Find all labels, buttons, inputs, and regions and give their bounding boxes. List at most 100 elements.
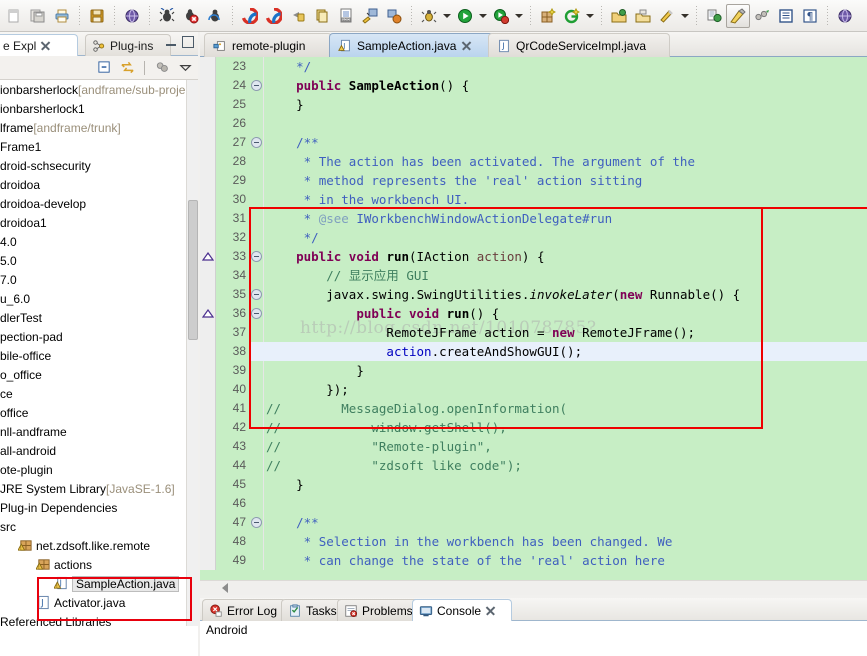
debug-icon[interactable] [417,4,441,28]
code-line[interactable]: /** [266,513,867,532]
block-selection-icon[interactable] [774,4,798,28]
code-line[interactable]: */ [266,228,867,247]
android-dropdown[interactable] [584,4,596,28]
globe2-icon[interactable] [833,4,857,28]
close-icon[interactable] [485,605,496,616]
external-tools-icon[interactable] [489,4,513,28]
code-line[interactable]: public void run() { [266,304,867,323]
ant-build-icon[interactable] [155,4,179,28]
tree-item-droidoa1[interactable]: droidoa1 [0,213,186,232]
new-android-project-icon[interactable] [536,4,560,28]
code-line[interactable]: * Selection in the workbench has been ch… [266,532,867,551]
code-line[interactable]: // window.getShell(), [266,418,867,437]
tree-item-jre-system-library[interactable]: JRE System Library [JavaSE-1.6] [0,479,186,498]
tree-item-office[interactable]: office [0,403,186,422]
maximize-button[interactable] [182,36,194,48]
editor-horizontal-scrollbar[interactable] [200,580,867,595]
scrollbar-thumb[interactable] [188,200,198,340]
code-line[interactable]: // MessageDialog.openInformation( [266,399,867,418]
collapse-all-button[interactable] [95,59,113,77]
debug-dropdown[interactable] [441,4,453,28]
tree-item-droidoa[interactable]: droidoa [0,175,186,194]
code-editor[interactable]: 23 24 25 26 27 28 29 30 31 32 33 34 35 36 37 38 39 40 41 42… [200,57,867,595]
code-line[interactable]: public void run(IAction action) { [266,247,867,266]
svn-copy-icon[interactable] [310,4,334,28]
tab-error-log[interactable]: Error Log [202,599,286,621]
tree-item-droid-schsecurity[interactable]: droid-schsecurity [0,156,186,175]
run-icon[interactable] [453,4,477,28]
collapse-icon[interactable] [251,517,262,529]
code-line[interactable] [266,114,867,133]
code-line[interactable]: */ [266,57,867,76]
code-line[interactable]: // "Remote-plugin", [266,437,867,456]
code-line[interactable]: // 显示应用 GUI [266,266,867,285]
code-line[interactable]: * method represents the 'real' action si… [266,171,867,190]
tree-item-src[interactable]: src [0,517,186,536]
run-dropdown[interactable] [477,4,489,28]
code-line[interactable]: RemoteJFrame action = new RemoteJFrame()… [266,323,867,342]
external-tools-dropdown[interactable] [513,4,525,28]
ant-refresh-icon[interactable] [203,4,227,28]
close-icon[interactable] [40,40,51,51]
tab-console[interactable]: Console [412,599,512,621]
code-line[interactable]: } [266,361,867,380]
link-with-editor-button[interactable] [118,59,136,77]
tree-item-all-android[interactable]: all-android [0,441,186,460]
collapse-icon[interactable] [251,137,262,149]
editor-annotation-ruler[interactable] [200,57,216,570]
tree-item-pection-pad[interactable]: pection-pad [0,327,186,346]
view-menu-button[interactable] [176,59,194,77]
code-line[interactable]: } [266,475,867,494]
svn-commit-icon[interactable] [262,4,286,28]
highlight-icon[interactable] [726,3,750,28]
tree-item-7-0[interactable]: 7.0 [0,270,186,289]
tree-item-ionbarsherlock1[interactable]: ionbarsherlock1 [0,99,186,118]
tree-item-plug-in-dependencies[interactable]: Plug-in Dependencies [0,498,186,517]
tree-item-nll-andframe[interactable]: nll-andframe [0,422,186,441]
tree-item-actions[interactable]: ! actions [0,555,186,574]
tab-sample-action[interactable]: J SampleAction.java [329,33,494,57]
ant-stop-icon[interactable] [179,4,203,28]
collapse-icon[interactable] [251,308,262,320]
new-wizard-icon[interactable] [2,4,26,28]
minimize-button[interactable] [165,36,177,48]
tab-tasks[interactable]: Tasks [281,599,344,621]
collapse-icon[interactable] [251,289,262,301]
tree-item-5-0[interactable]: 5.0 [0,251,186,270]
quickfix-dropdown[interactable] [679,4,691,28]
print-icon[interactable] [50,4,74,28]
link-icon[interactable] [750,4,774,28]
tree-item-lframe[interactable]: lframe [andframe/trunk] [0,118,186,137]
code-line[interactable]: // "zdsoft like code"); [266,456,867,475]
collapse-icon[interactable] [251,251,262,263]
fold-toggle[interactable] [250,247,263,266]
code-line[interactable]: /** [266,133,867,152]
svn-switch-icon[interactable] [382,4,406,28]
tree-item-ce[interactable]: ce [0,384,186,403]
globe-icon[interactable] [120,4,144,28]
code-line[interactable]: action.createAndShowGUI(); [266,342,867,361]
code-line[interactable]: javax.swing.SwingUtilities.invokeLater(n… [266,285,867,304]
focus-button[interactable] [153,59,171,77]
fold-toggle[interactable] [250,133,263,152]
quickfix-icon[interactable] [655,4,679,28]
scroll-left-arrow[interactable] [222,583,228,593]
close-icon[interactable] [461,40,472,51]
svn-revert-icon[interactable] [286,4,310,28]
svn-merge-icon[interactable] [358,4,382,28]
whitespace-icon[interactable]: ¶ [798,4,822,28]
tab-qrcode-service-impl[interactable]: J QrCodeServiceImpl.java [488,33,670,57]
tree-vertical-scrollbar[interactable] [186,80,198,626]
new-java-package-icon[interactable] [607,4,631,28]
fold-toggle[interactable] [250,513,263,532]
fold-toggle[interactable] [250,285,263,304]
save-icon[interactable] [85,4,109,28]
save-all-icon[interactable] [26,4,50,28]
code-line[interactable]: } [266,95,867,114]
console-output[interactable]: Android [200,621,867,656]
code-line[interactable]: }); [266,380,867,399]
tree-item-ionbarsherlock[interactable]: ionbarsherlock [andframe/sub-projec [0,80,186,99]
toggle-mark-occurrences-icon[interactable] [702,4,726,28]
tab-problems[interactable]: Problems [337,599,419,621]
new-package-icon[interactable] [631,4,655,28]
